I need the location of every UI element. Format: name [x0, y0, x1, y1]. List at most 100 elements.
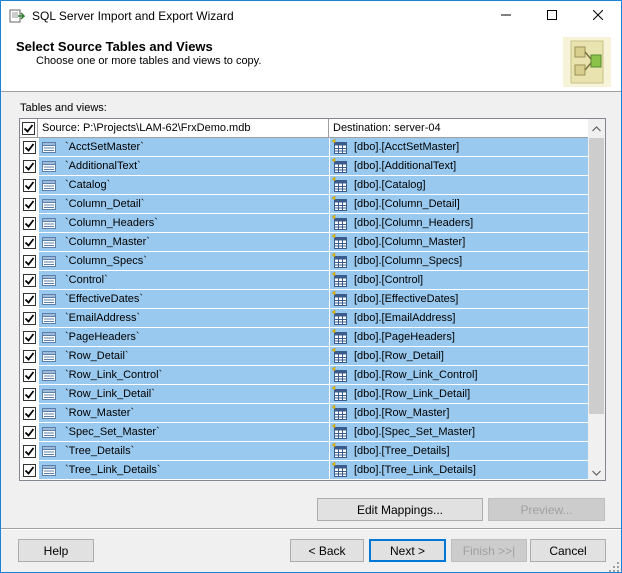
row-checkbox[interactable]: [22, 387, 36, 401]
help-button[interactable]: Help: [18, 539, 94, 562]
row-checkbox[interactable]: [22, 235, 36, 249]
row-checkbox[interactable]: [22, 311, 36, 325]
source-cell[interactable]: `EmailAddress`: [38, 309, 329, 327]
source-column-header[interactable]: Source: P:\Projects\LAM-62\FrxDemo.mdb: [38, 119, 329, 138]
source-cell[interactable]: `Column_Detail`: [38, 195, 329, 213]
destination-cell[interactable]: [dbo].[AcctSetMaster]: [329, 138, 588, 156]
row-checkbox-cell[interactable]: [20, 214, 38, 232]
table-row[interactable]: `EffectiveDates` [dbo].[EffectiveDates]: [20, 290, 588, 309]
finish-button[interactable]: Finish >>|: [451, 539, 527, 562]
title-bar[interactable]: SQL Server Import and Export Wizard: [1, 1, 621, 31]
destination-cell[interactable]: [dbo].[EmailAddress]: [329, 309, 588, 327]
destination-cell[interactable]: [dbo].[Row_Detail]: [329, 347, 588, 365]
table-row[interactable]: `PageHeaders` [dbo].[PageHeaders]: [20, 328, 588, 347]
source-cell[interactable]: `Column_Headers`: [38, 214, 329, 232]
table-row[interactable]: `Column_Specs` [dbo].[Column_Specs]: [20, 252, 588, 271]
scroll-up-button[interactable]: [588, 119, 605, 136]
row-checkbox-cell[interactable]: [20, 461, 38, 479]
source-cell[interactable]: `Row_Master`: [38, 404, 329, 422]
destination-cell[interactable]: [dbo].[Row_Master]: [329, 404, 588, 422]
table-row[interactable]: `Row_Link_Control` [dbo].[Row_Link_Contro…: [20, 366, 588, 385]
select-all-checkbox[interactable]: [22, 122, 35, 135]
resize-grip-icon[interactable]: [609, 561, 619, 572]
destination-cell[interactable]: [dbo].[Tree_Details]: [329, 442, 588, 460]
table-row[interactable]: `Control` [dbo].[Control]: [20, 271, 588, 290]
cancel-button[interactable]: Cancel: [530, 539, 606, 562]
row-checkbox-cell[interactable]: [20, 404, 38, 422]
row-checkbox-cell[interactable]: [20, 423, 38, 441]
source-cell[interactable]: `Spec_Set_Master`: [38, 423, 329, 441]
close-button[interactable]: [575, 1, 621, 31]
table-row[interactable]: `Row_Detail` [dbo].[Row_Detail]: [20, 347, 588, 366]
destination-cell[interactable]: [dbo].[Control]: [329, 271, 588, 289]
preview-button[interactable]: Preview...: [488, 498, 605, 521]
row-checkbox-cell[interactable]: [20, 309, 38, 327]
destination-cell[interactable]: [dbo].[Row_Link_Detail]: [329, 385, 588, 403]
row-checkbox[interactable]: [22, 159, 36, 173]
destination-cell[interactable]: [dbo].[Column_Specs]: [329, 252, 588, 270]
scroll-down-button[interactable]: [588, 463, 605, 480]
destination-cell[interactable]: [dbo].[AdditionalText]: [329, 157, 588, 175]
row-checkbox[interactable]: [22, 292, 36, 306]
table-row[interactable]: `Column_Master` [dbo].[Column_Master]: [20, 233, 588, 252]
scrollbar-thumb[interactable]: [589, 138, 604, 414]
destination-cell[interactable]: [dbo].[PageHeaders]: [329, 328, 588, 346]
edit-mappings-button[interactable]: Edit Mappings...: [317, 498, 483, 521]
source-cell[interactable]: `Tree_Details`: [38, 442, 329, 460]
next-button[interactable]: Next >: [369, 539, 446, 562]
row-checkbox-cell[interactable]: [20, 138, 38, 156]
source-cell[interactable]: `Catalog`: [38, 176, 329, 194]
table-row[interactable]: `Catalog` [dbo].[Catalog]: [20, 176, 588, 195]
minimize-button[interactable]: [483, 1, 529, 31]
row-checkbox[interactable]: [22, 140, 36, 154]
source-cell[interactable]: `Column_Specs`: [38, 252, 329, 270]
destination-cell[interactable]: [dbo].[Catalog]: [329, 176, 588, 194]
destination-cell[interactable]: [dbo].[Row_Link_Control]: [329, 366, 588, 384]
row-checkbox-cell[interactable]: [20, 176, 38, 194]
source-cell[interactable]: `Row_Detail`: [38, 347, 329, 365]
row-checkbox[interactable]: [22, 349, 36, 363]
row-checkbox-cell[interactable]: [20, 366, 38, 384]
row-checkbox-cell[interactable]: [20, 252, 38, 270]
row-checkbox[interactable]: [22, 425, 36, 439]
back-button[interactable]: < Back: [290, 539, 364, 562]
row-checkbox[interactable]: [22, 273, 36, 287]
table-row[interactable]: `AcctSetMaster` [dbo].[AcctSetMaster]: [20, 138, 588, 157]
select-all-cell[interactable]: [20, 119, 38, 138]
table-row[interactable]: `Row_Master` [dbo].[Row_Master]: [20, 404, 588, 423]
destination-cell[interactable]: [dbo].[Column_Master]: [329, 233, 588, 251]
row-checkbox-cell[interactable]: [20, 233, 38, 251]
row-checkbox[interactable]: [22, 254, 36, 268]
destination-cell[interactable]: [dbo].[EffectiveDates]: [329, 290, 588, 308]
row-checkbox-cell[interactable]: [20, 442, 38, 460]
row-checkbox[interactable]: [22, 197, 36, 211]
table-row[interactable]: `Spec_Set_Master` [dbo].[Spec_Set_Master]: [20, 423, 588, 442]
source-cell[interactable]: `Tree_Link_Details`: [38, 461, 329, 479]
row-checkbox-cell[interactable]: [20, 385, 38, 403]
destination-cell[interactable]: [dbo].[Spec_Set_Master]: [329, 423, 588, 441]
source-cell[interactable]: `AcctSetMaster`: [38, 138, 329, 156]
row-checkbox-cell[interactable]: [20, 328, 38, 346]
source-cell[interactable]: `PageHeaders`: [38, 328, 329, 346]
source-cell[interactable]: `Control`: [38, 271, 329, 289]
row-checkbox[interactable]: [22, 178, 36, 192]
table-row[interactable]: `Column_Detail` [dbo].[Column_Detail]: [20, 195, 588, 214]
row-checkbox-cell[interactable]: [20, 157, 38, 175]
source-cell[interactable]: `Row_Link_Control`: [38, 366, 329, 384]
row-checkbox-cell[interactable]: [20, 290, 38, 308]
table-row[interactable]: `Tree_Link_Details` [dbo].[Tree_Link_Deta…: [20, 461, 588, 480]
table-row[interactable]: `EmailAddress` [dbo].[EmailAddress]: [20, 309, 588, 328]
table-row[interactable]: `Tree_Details` [dbo].[Tree_Details]: [20, 442, 588, 461]
row-checkbox[interactable]: [22, 368, 36, 382]
row-checkbox[interactable]: [22, 216, 36, 230]
source-cell[interactable]: `Column_Master`: [38, 233, 329, 251]
destination-cell[interactable]: [dbo].[Column_Headers]: [329, 214, 588, 232]
destination-cell[interactable]: [dbo].[Tree_Link_Details]: [329, 461, 588, 479]
maximize-button[interactable]: [529, 1, 575, 31]
table-row[interactable]: `Column_Headers` [dbo].[Column_Headers]: [20, 214, 588, 233]
table-row[interactable]: `Row_Link_Detail` [dbo].[Row_Link_Detail]: [20, 385, 588, 404]
source-cell[interactable]: `AdditionalText`: [38, 157, 329, 175]
row-checkbox[interactable]: [22, 463, 36, 477]
row-checkbox[interactable]: [22, 330, 36, 344]
table-row[interactable]: `AdditionalText` [dbo].[AdditionalText]: [20, 157, 588, 176]
